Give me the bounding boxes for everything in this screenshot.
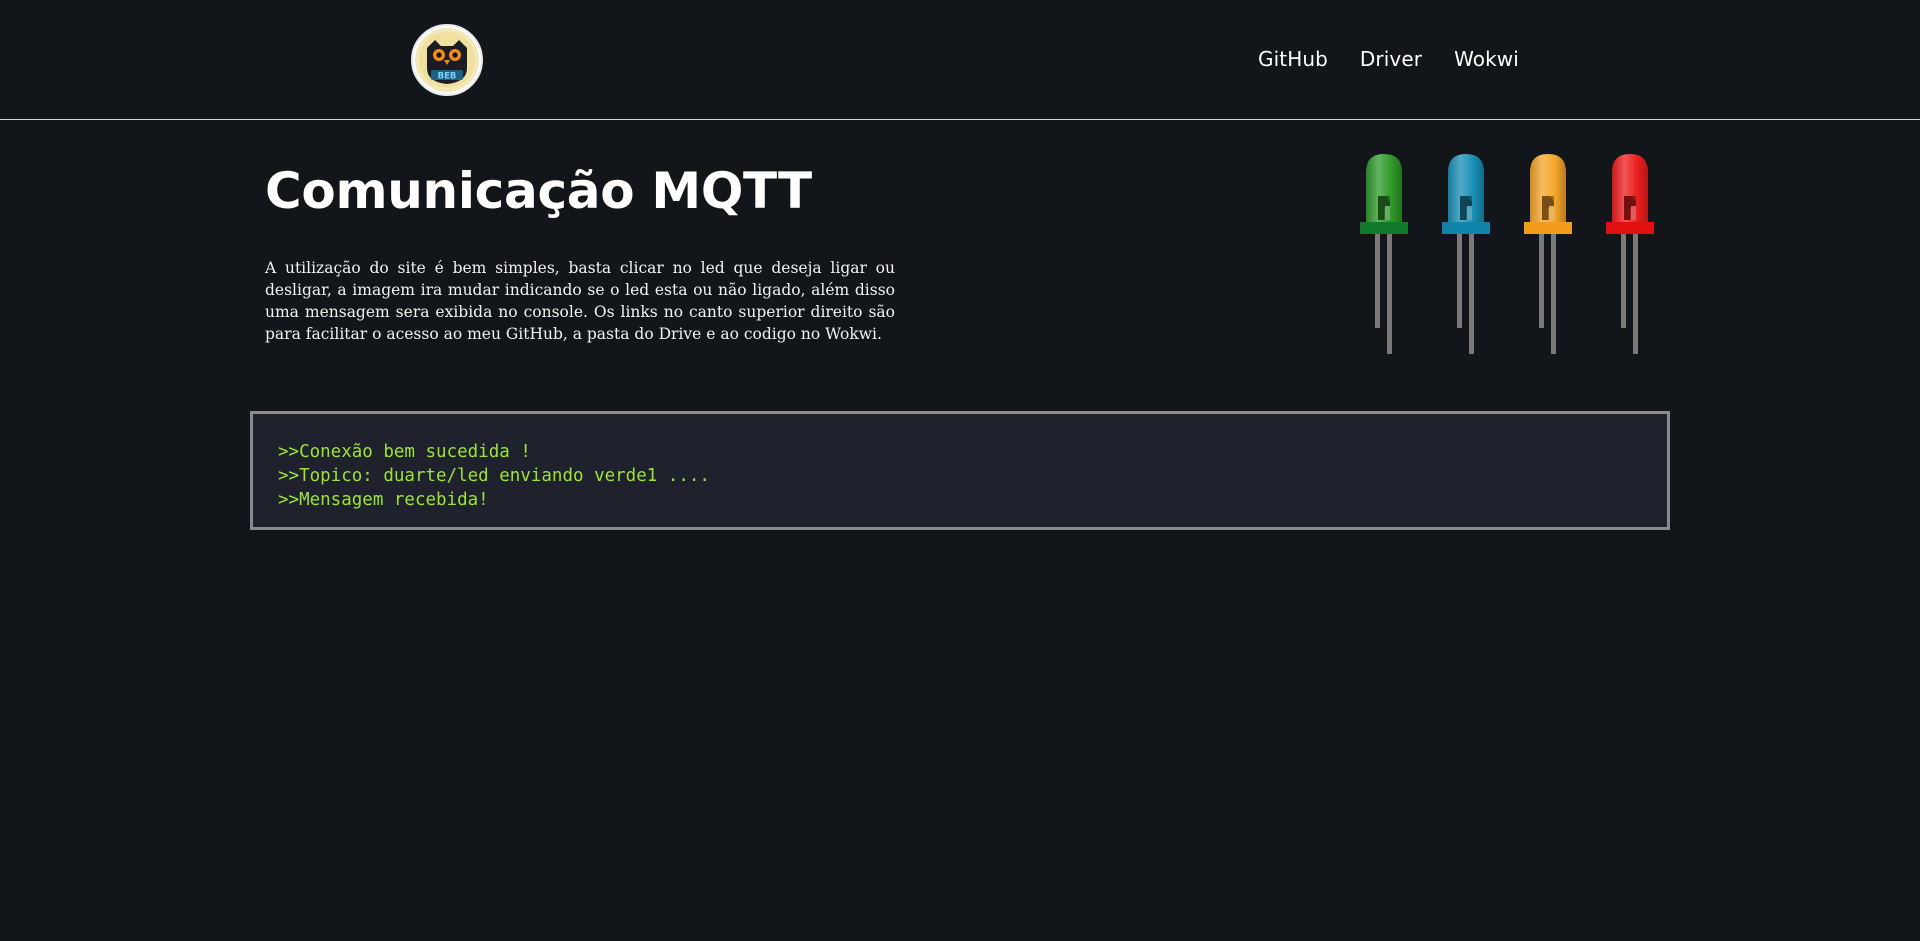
led-blue-icon: [1442, 154, 1490, 354]
svg-text:BEB: BEB: [438, 72, 457, 82]
led-panel: [1354, 150, 1666, 360]
console-output: >>Conexão bem sucedida ! >>Topico: duart…: [250, 411, 1670, 530]
page-description: A utilização do site é bem simples, bast…: [265, 259, 895, 343]
led-orange-icon: [1524, 154, 1572, 354]
nav-link-github[interactable]: GitHub: [1258, 47, 1328, 71]
nav-link-wokwi[interactable]: Wokwi: [1454, 47, 1519, 71]
console-line: >>Conexão bem sucedida !: [278, 442, 531, 462]
led-red-button[interactable]: [1600, 150, 1660, 360]
nav-link-driver[interactable]: Driver: [1360, 47, 1422, 71]
page-title: Comunicação MQTT: [265, 162, 812, 220]
header-bar: BEB GitHub Driver Wokwi: [0, 0, 1920, 120]
led-blue-button[interactable]: [1436, 150, 1496, 360]
main-nav: GitHub Driver Wokwi: [1258, 47, 1519, 71]
led-orange-button[interactable]: [1518, 150, 1578, 360]
owl-icon: BEB: [415, 28, 479, 92]
console-line: >>Topico: duarte/led enviando verde1 ...…: [278, 466, 710, 486]
owl-logo[interactable]: BEB: [411, 24, 483, 96]
led-green-icon: [1360, 154, 1408, 354]
console-line: >>Mensagem recebida!: [278, 490, 489, 510]
led-green-button[interactable]: [1354, 150, 1414, 360]
led-red-icon: [1606, 154, 1654, 354]
